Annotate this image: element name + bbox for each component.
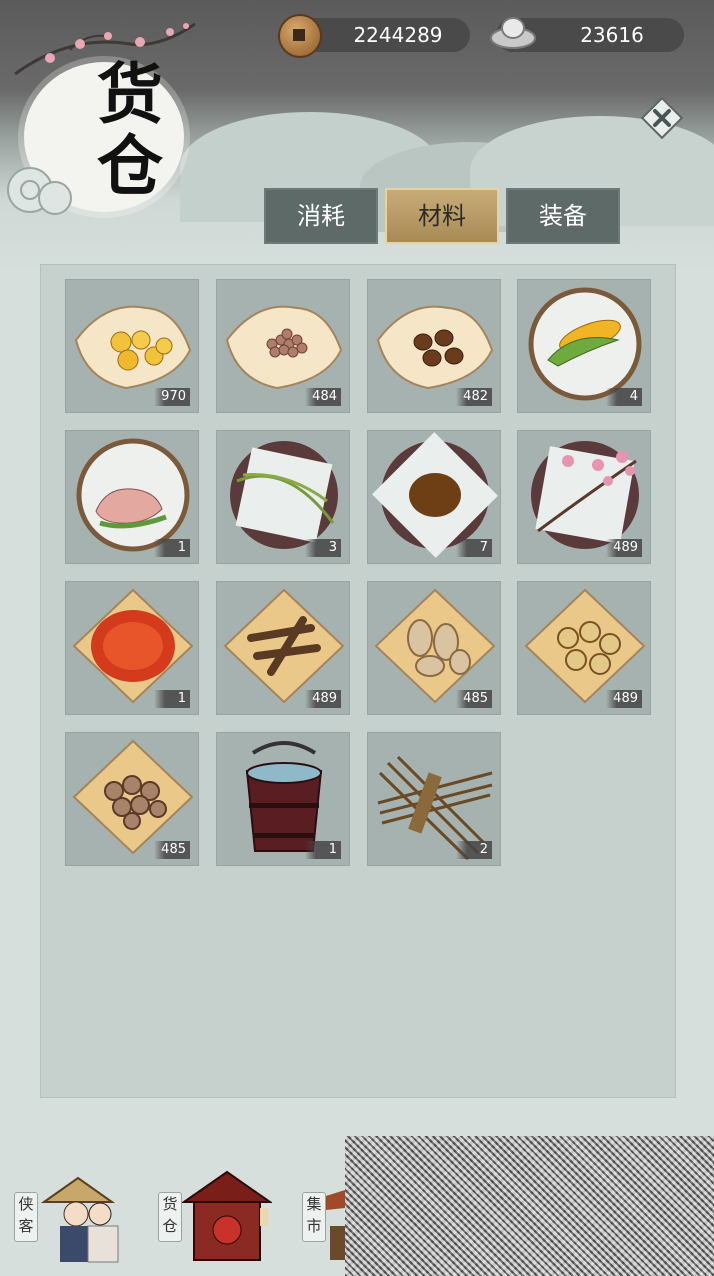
inventory-slot[interactable]: 3	[216, 430, 350, 564]
copper-coin-counter: 2244289	[278, 14, 470, 58]
obscured-region	[345, 1136, 714, 1276]
silver-value: 23616	[580, 23, 644, 47]
cloud-icon	[7, 167, 72, 215]
item-count: 1	[154, 539, 190, 557]
silver-counter: 23616	[490, 17, 684, 52]
tab-materials[interactable]: 材料	[385, 188, 499, 244]
inventory-slot[interactable]: 489	[517, 430, 651, 564]
copper-coin-value: 2244289	[353, 23, 443, 47]
nav-label-heroes[interactable]: 侠客	[14, 1192, 38, 1242]
inventory-slot[interactable]: 482	[367, 279, 501, 413]
item-count: 485	[154, 841, 190, 859]
item-count: 7	[456, 539, 492, 557]
item-count: 1	[154, 690, 190, 708]
item-count: 485	[456, 690, 492, 708]
item-count: 489	[606, 539, 642, 557]
tab-consumables[interactable]: 消耗	[264, 188, 378, 244]
heroes-icon[interactable]	[38, 1172, 128, 1264]
item-count: 484	[305, 388, 341, 406]
nav-label-warehouse[interactable]: 货仓	[158, 1192, 182, 1242]
item-count: 3	[305, 539, 341, 557]
warehouse-icon[interactable]	[182, 1168, 272, 1264]
item-count: 4	[606, 388, 642, 406]
inventory-slot[interactable]: 485	[65, 732, 199, 866]
inventory-slot[interactable]: 1	[65, 430, 199, 564]
inventory-slot[interactable]: 1	[216, 732, 350, 866]
inventory-slot[interactable]: 485	[367, 581, 501, 715]
tab-equipment[interactable]: 装备	[506, 188, 620, 244]
close-icon[interactable]	[640, 96, 684, 140]
item-count: 489	[606, 690, 642, 708]
copper-coin-icon	[278, 14, 322, 58]
inventory-slot[interactable]: 489	[216, 581, 350, 715]
item-count: 2	[456, 841, 492, 859]
inventory-slot[interactable]: 7	[367, 430, 501, 564]
silver-ingot-icon	[490, 17, 536, 49]
item-count: 489	[305, 690, 341, 708]
inventory-slot[interactable]: 489	[517, 581, 651, 715]
inventory-slot[interactable]: 970	[65, 279, 199, 413]
inventory-slot[interactable]: 484	[216, 279, 350, 413]
item-count: 482	[456, 388, 492, 406]
inventory-slot[interactable]: 1	[65, 581, 199, 715]
page-title: 货仓	[97, 55, 163, 205]
nav-label-market[interactable]: 集市	[302, 1192, 326, 1242]
inventory-slot[interactable]: 2	[367, 732, 501, 866]
item-count: 1	[305, 841, 341, 859]
inventory-slot[interactable]: 4	[517, 279, 651, 413]
item-count: 970	[154, 388, 190, 406]
inventory-panel: 970 484 482 4 1 3 7 489 1 489 485 489 48…	[40, 264, 676, 1098]
